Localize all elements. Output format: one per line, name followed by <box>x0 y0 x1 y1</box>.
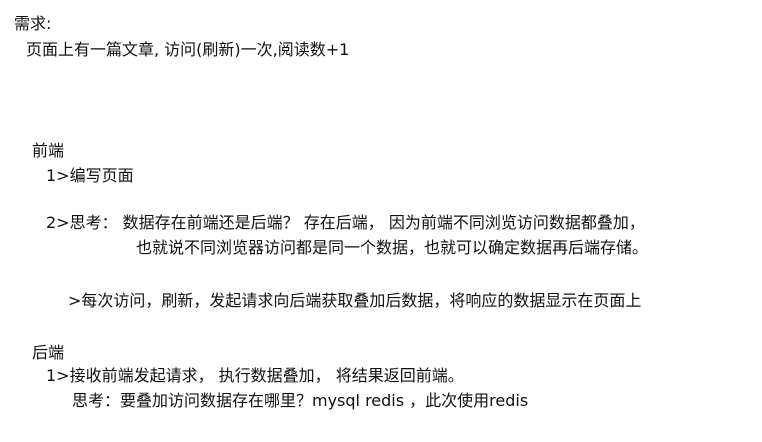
backend-heading: 后端 <box>32 343 65 362</box>
frontend-step-2-line-1: 2>思考： 数据存在前端还是后端？ 存在后端， 因为前端不同浏览访问数据都叠加， <box>46 213 645 232</box>
frontend-step-1: 1>编写页面 <box>46 166 134 185</box>
frontend-step-2-line-2: 也就说不同浏览器访问都是同一个数据，也就可以确定数据再后端存储。 <box>136 238 649 257</box>
frontend-heading: 前端 <box>32 141 65 160</box>
backend-step-1: 1>接收前端发起请求， 执行数据叠加， 将结果返回前端。 <box>46 366 464 385</box>
requirement-description: 页面上有一篇文章, 访问(刷新)一次,阅读数+1 <box>26 40 350 59</box>
frontend-step-3: >每次访问，刷新，发起请求向后端获取叠加后数据，将响应的数据显示在页面上 <box>68 291 642 310</box>
requirement-heading: 需求: <box>14 14 52 33</box>
backend-thinking: 思考：要叠加访问数据存在哪里？mysql redis ，此次使用redis <box>72 391 529 410</box>
